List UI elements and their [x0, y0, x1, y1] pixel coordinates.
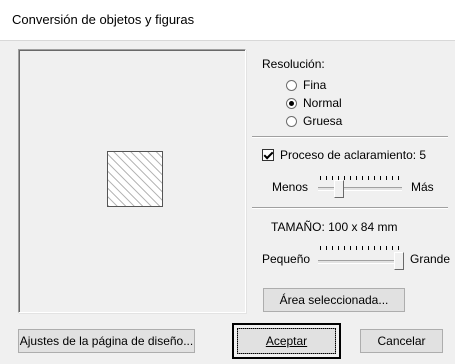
radio-gruesa-label: Gruesa: [303, 114, 343, 128]
page-settings-button[interactable]: Ajustes de la página de diseño...: [18, 329, 195, 353]
page-settings-button-label: Ajustes de la página de diseño...: [19, 334, 194, 348]
window-title: Conversión de objetos y figuras: [12, 12, 195, 27]
slider-track: [318, 260, 402, 264]
size-min-label: Pequeño: [262, 252, 311, 266]
size-slider-thumb[interactable]: [394, 252, 404, 270]
selected-area-button[interactable]: Área seleccionada...: [263, 288, 405, 312]
radio-normal-label: Normal: [303, 96, 342, 110]
radio-button-selected-icon[interactable]: [286, 97, 297, 109]
clarify-slider[interactable]: [318, 176, 404, 200]
size-slider[interactable]: [318, 246, 406, 272]
radio-fina-label: Fina: [303, 78, 327, 92]
selected-area-button-label: Área seleccionada...: [279, 293, 389, 307]
clarify-slider-thumb[interactable]: [334, 180, 344, 198]
separator: [252, 207, 448, 209]
focus-rect: [237, 328, 336, 354]
radio-fina[interactable]: Fina: [286, 77, 326, 93]
resolution-label: Resolución:: [262, 57, 325, 71]
slider-track: [318, 187, 402, 191]
size-max-label: Grande: [410, 252, 451, 266]
slider-ticks: [320, 246, 400, 250]
clarify-max-label: Más: [411, 180, 434, 194]
radio-button-icon[interactable]: [286, 115, 297, 127]
converted-shape-preview: [107, 151, 163, 207]
slider-ticks: [320, 176, 400, 180]
title-bar: Conversión de objetos y figuras: [0, 0, 455, 40]
accept-button[interactable]: Aceptar: [232, 323, 341, 359]
checkbox-checked-icon[interactable]: [262, 149, 274, 161]
clarify-min-label: Menos: [272, 180, 309, 194]
cancel-button-label: Cancelar: [377, 334, 426, 348]
preview-panel: [18, 49, 246, 313]
radio-normal[interactable]: Normal: [286, 95, 342, 111]
radio-button-icon[interactable]: [286, 79, 297, 91]
radio-gruesa[interactable]: Gruesa: [286, 113, 342, 129]
clarify-checkbox[interactable]: Proceso de aclaramiento: 5: [262, 148, 426, 162]
clarify-checkbox-label: Proceso de aclaramiento: 5: [280, 148, 427, 162]
cancel-button[interactable]: Cancelar: [360, 329, 443, 353]
separator: [252, 136, 448, 138]
size-label: TAMAÑO: 100 x 84 mm: [271, 220, 398, 234]
